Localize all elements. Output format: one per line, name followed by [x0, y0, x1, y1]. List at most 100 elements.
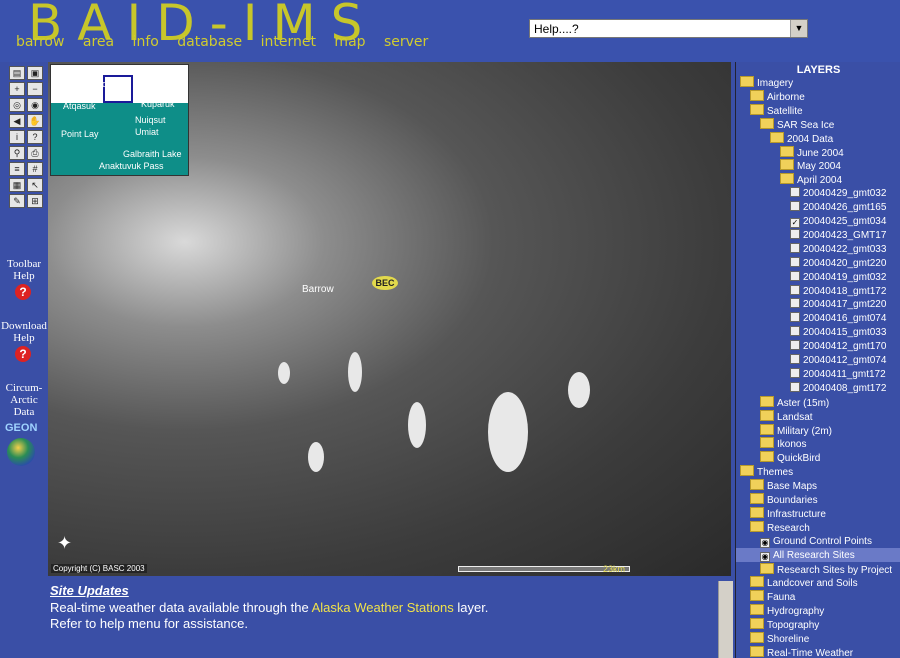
layer-item[interactable]: 2004 Data	[770, 131, 833, 146]
map-view[interactable]: Barrow Atqasuk Kuparuk Point Lay Nuiqsut…	[48, 62, 731, 576]
folder-icon[interactable]	[760, 409, 774, 421]
layer-item[interactable]: Landcover and Soils	[750, 576, 858, 590]
folder-icon[interactable]	[780, 159, 794, 171]
folder-icon[interactable]	[740, 76, 754, 87]
layer-checkbox[interactable]	[790, 298, 800, 309]
chevron-down-icon[interactable]: ▼	[790, 20, 807, 37]
updates-scrollbar[interactable]	[718, 581, 733, 658]
select-point-button[interactable]: ↖	[27, 178, 43, 192]
download-help-icon[interactable]: ?	[15, 346, 31, 362]
layer-item[interactable]: Infrastructure	[750, 506, 826, 521]
folder-icon[interactable]	[760, 117, 774, 129]
zoom-in-button[interactable]: +	[9, 82, 25, 96]
grid-button[interactable]: #	[27, 162, 43, 176]
layer-checkbox[interactable]	[790, 270, 800, 281]
overview-toggle-button[interactable]: ▣	[27, 66, 43, 80]
layer-checkbox[interactable]	[790, 367, 800, 378]
layer-item[interactable]: 20040411_gmt172	[790, 367, 886, 382]
layer-item[interactable]: 20040419_gmt032	[790, 270, 886, 285]
layer-checkbox[interactable]	[790, 326, 800, 337]
layer-visibility-icon[interactable]: ◉	[760, 537, 770, 548]
buffer-button[interactable]: ≡	[9, 162, 25, 176]
layer-visibility-icon[interactable]: ◉	[760, 551, 770, 562]
layer-checkbox[interactable]	[790, 340, 800, 351]
print-button[interactable]: ⎙	[27, 146, 43, 160]
layer-checkbox[interactable]	[790, 242, 800, 253]
layer-item[interactable]: 20040418_gmt172	[790, 284, 886, 299]
folder-icon[interactable]	[750, 604, 764, 616]
folder-icon[interactable]	[780, 145, 794, 157]
layer-item[interactable]: 20040412_gmt074	[790, 354, 886, 368]
layer-item[interactable]: 20040412_gmt170	[790, 340, 886, 354]
folder-icon[interactable]	[750, 632, 764, 643]
folder-icon[interactable]	[740, 465, 754, 477]
query-button[interactable]: ?	[27, 130, 43, 144]
layer-item[interactable]: 20040408_gmt172	[790, 381, 886, 396]
folder-icon[interactable]	[760, 437, 774, 449]
layer-item[interactable]: 20040417_gmt220	[790, 298, 886, 312]
layer-item[interactable]: May 2004	[780, 159, 841, 173]
folder-icon[interactable]	[760, 562, 774, 574]
layer-item[interactable]: Real-Time Weather	[750, 645, 853, 658]
zoom-full-button[interactable]: ◎	[9, 98, 25, 112]
layer-item[interactable]: Aster (15m)	[760, 395, 829, 410]
folder-icon[interactable]	[750, 590, 764, 602]
pan-hand-button[interactable]: ✋	[27, 114, 43, 128]
toc-toggle-button[interactable]: ▤	[9, 66, 25, 80]
layer-item[interactable]: 20040420_gmt220	[790, 256, 886, 271]
layer-item[interactable]: ✓ 20040425_gmt034	[790, 215, 886, 229]
layer-checkbox[interactable]	[790, 284, 800, 295]
folder-icon[interactable]	[750, 520, 764, 532]
identify-button[interactable]: i	[9, 130, 25, 144]
clear-selection-button[interactable]: ✎	[9, 194, 25, 208]
layer-item[interactable]: 20040426_gmt165	[790, 201, 886, 215]
layer-item[interactable]: 20040423_GMT17	[790, 228, 886, 243]
layer-checkbox[interactable]	[790, 187, 800, 198]
layer-item[interactable]: Research Sites by Project	[760, 562, 892, 577]
layer-checkbox[interactable]	[790, 381, 800, 392]
layer-item[interactable]: SAR Sea Ice	[760, 117, 834, 132]
zoom-active-button[interactable]: ◉	[27, 98, 43, 112]
back-button[interactable]: ◀	[9, 114, 25, 128]
layer-item[interactable]: Shoreline	[750, 632, 809, 646]
help-dropdown[interactable]: Help....? ▼	[529, 19, 808, 38]
layer-item[interactable]: Research	[750, 520, 810, 535]
folder-icon[interactable]	[760, 395, 774, 407]
folder-icon[interactable]	[750, 89, 764, 101]
folder-icon[interactable]	[750, 506, 764, 518]
layer-item[interactable]: QuickBird	[760, 451, 820, 465]
select-button[interactable]: ▦	[9, 178, 25, 192]
find-button[interactable]: ⚲	[9, 146, 25, 160]
layer-item[interactable]: Imagery	[740, 76, 793, 90]
geon-logo[interactable]: GEON	[5, 422, 37, 434]
layer-item[interactable]: Military (2m)	[760, 423, 832, 438]
layer-checkbox[interactable]	[790, 312, 800, 323]
folder-icon[interactable]	[780, 173, 794, 185]
folder-icon[interactable]	[750, 103, 764, 115]
overview-map[interactable]: Barrow Atqasuk Kuparuk Point Lay Nuiqsut…	[50, 64, 189, 176]
site-updates-title[interactable]: Site Updates	[50, 583, 129, 598]
layer-item[interactable]: Ikonos	[760, 437, 806, 451]
layer-item[interactable]: 20040415_gmt033	[790, 326, 886, 340]
folder-icon[interactable]	[760, 423, 774, 435]
layer-item[interactable]: 20040429_gmt032	[790, 187, 886, 201]
folder-icon[interactable]	[760, 451, 774, 463]
layer-item[interactable]: 20040422_gmt033	[790, 242, 886, 257]
measure-button[interactable]: ⊞	[27, 194, 43, 208]
layer-item[interactable]: June 2004	[780, 145, 844, 160]
layer-item[interactable]: Themes	[740, 465, 793, 479]
layer-item[interactable]: Hydrography	[750, 604, 824, 618]
globe-icon[interactable]	[7, 438, 35, 466]
layer-item[interactable]: Airborne	[750, 89, 805, 104]
zoom-out-button[interactable]: −	[27, 82, 43, 96]
layer-item[interactable]: Satellite	[750, 103, 803, 118]
layer-checkbox[interactable]	[790, 354, 800, 364]
layer-checkbox[interactable]	[790, 256, 800, 267]
layer-item[interactable]: Boundaries	[750, 493, 818, 507]
folder-icon[interactable]	[750, 576, 764, 588]
layer-item[interactable]: ◉ Ground Control Points	[760, 535, 872, 549]
folder-icon[interactable]	[770, 131, 784, 143]
layer-item[interactable]: Fauna	[750, 590, 795, 604]
folder-icon[interactable]	[750, 618, 764, 630]
layer-item[interactable]: Base Maps	[750, 479, 817, 493]
